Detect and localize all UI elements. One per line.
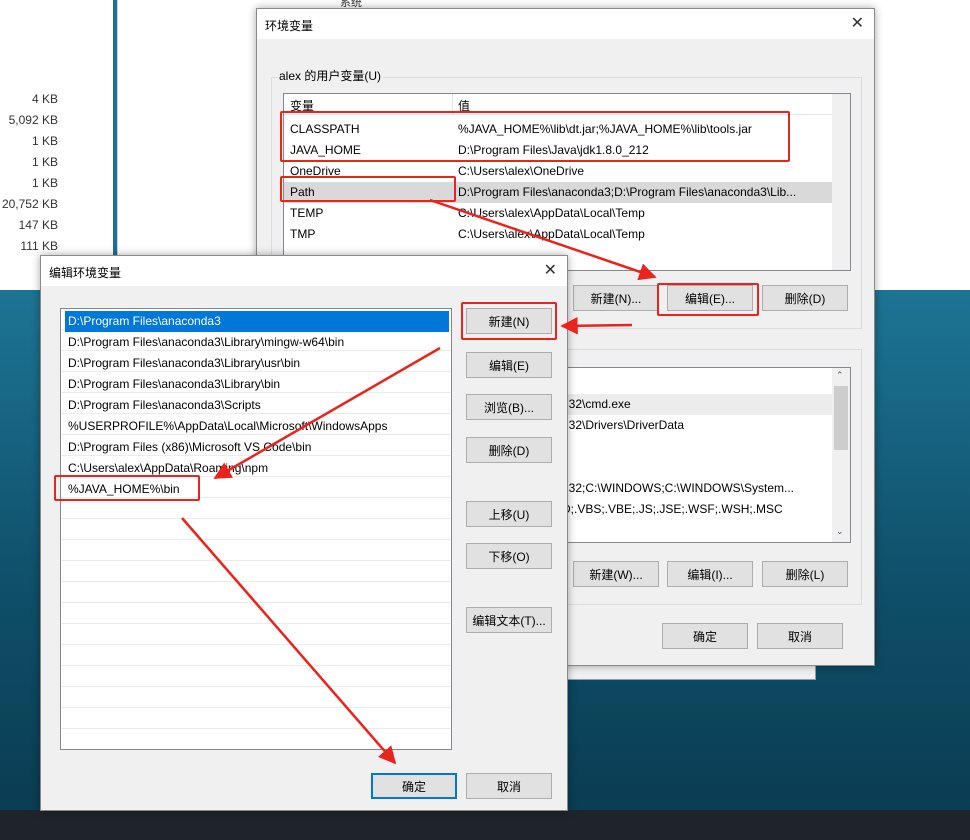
arrow-to-new [560, 317, 633, 335]
annotation-arrows [181, 198, 657, 765]
arrow-path-to-edit [429, 198, 657, 281]
arrow-new-to-entry [213, 346, 441, 480]
arrow-entry-to-ok [181, 517, 397, 765]
